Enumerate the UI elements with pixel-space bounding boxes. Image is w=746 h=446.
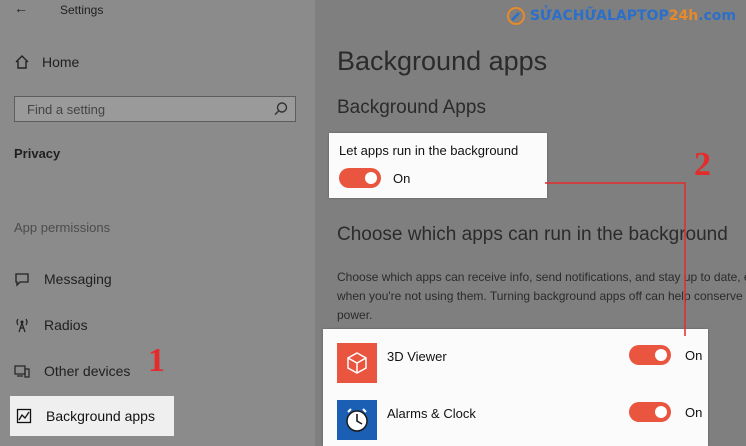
step-2-annotation: 2 bbox=[694, 146, 711, 183]
main-content: Background apps Background Apps Let apps… bbox=[315, 0, 746, 446]
title-bar: ← Settings bbox=[0, 0, 315, 22]
home-icon bbox=[15, 55, 29, 69]
app-toggle-switch[interactable] bbox=[629, 345, 671, 365]
radio-tower-icon bbox=[16, 318, 28, 333]
toggle-knob bbox=[655, 349, 667, 361]
back-arrow-icon[interactable]: ← bbox=[14, 0, 28, 16]
section-title: Background Apps bbox=[337, 97, 486, 118]
list-item: 3D Viewer On bbox=[337, 343, 702, 383]
sidebar-item-messaging[interactable]: Messaging bbox=[14, 271, 112, 287]
alarm-clock-icon bbox=[337, 400, 377, 440]
watermark-text-main: SỬACHỮALAPTOP bbox=[529, 8, 669, 24]
sidebar-home[interactable]: Home bbox=[14, 54, 79, 70]
app-toggle-state: On bbox=[685, 348, 703, 363]
page-title: Background apps bbox=[337, 46, 548, 76]
messaging-icon bbox=[15, 273, 29, 287]
window-title: Settings bbox=[60, 3, 104, 17]
watermark-text-suffix: .com bbox=[698, 8, 736, 24]
choose-apps-description: Choose which apps can receive info, send… bbox=[337, 270, 746, 322]
app-permissions-label: App permissions bbox=[14, 220, 111, 235]
sidebar-item-other-devices[interactable]: Other devices bbox=[14, 363, 130, 379]
devices-icon bbox=[14, 365, 30, 378]
master-toggle-switch[interactable] bbox=[339, 168, 381, 188]
app-list-card: 3D Viewer On Alarms & Clock On bbox=[323, 329, 708, 446]
sidebar-item-radios[interactable]: Radios bbox=[14, 317, 88, 333]
wrench-logo-icon bbox=[506, 7, 525, 25]
app-toggle-state: On bbox=[685, 405, 703, 420]
search-box[interactable] bbox=[14, 96, 296, 122]
app-name: 3D Viewer bbox=[387, 349, 447, 364]
list-item: Alarms & Clock On bbox=[337, 400, 702, 440]
master-toggle-state: On bbox=[393, 171, 411, 186]
sidebar-item-label: Radios bbox=[44, 317, 88, 333]
app-name: Alarms & Clock bbox=[387, 406, 476, 421]
step-1-annotation: 1 bbox=[148, 342, 165, 379]
home-label: Home bbox=[42, 54, 80, 70]
toggle-knob bbox=[365, 172, 377, 184]
3d-viewer-icon bbox=[337, 343, 377, 383]
sidebar-item-label: Background apps bbox=[46, 408, 155, 424]
master-toggle-label: Let apps run in the background bbox=[339, 143, 519, 158]
watermark-logo: SỬACHỮALAPTOP 24h .com bbox=[506, 6, 736, 26]
background-apps-icon bbox=[16, 408, 32, 424]
watermark-text-accent: 24h bbox=[668, 8, 699, 24]
search-input[interactable] bbox=[25, 101, 269, 118]
search-icon[interactable] bbox=[273, 101, 289, 117]
app-toggle-switch[interactable] bbox=[629, 402, 671, 422]
privacy-section-label: Privacy bbox=[14, 146, 61, 161]
master-toggle-card: Let apps run in the background On bbox=[329, 133, 547, 198]
sidebar: ← Settings Home Privacy App permissions … bbox=[0, 0, 315, 446]
choose-apps-title: Choose which apps can run in the backgro… bbox=[337, 224, 728, 245]
toggle-knob bbox=[655, 406, 667, 418]
sidebar-item-label: Messaging bbox=[44, 271, 112, 287]
sidebar-item-background-apps[interactable]: Background apps bbox=[10, 396, 174, 436]
sidebar-item-label: Other devices bbox=[44, 363, 131, 379]
